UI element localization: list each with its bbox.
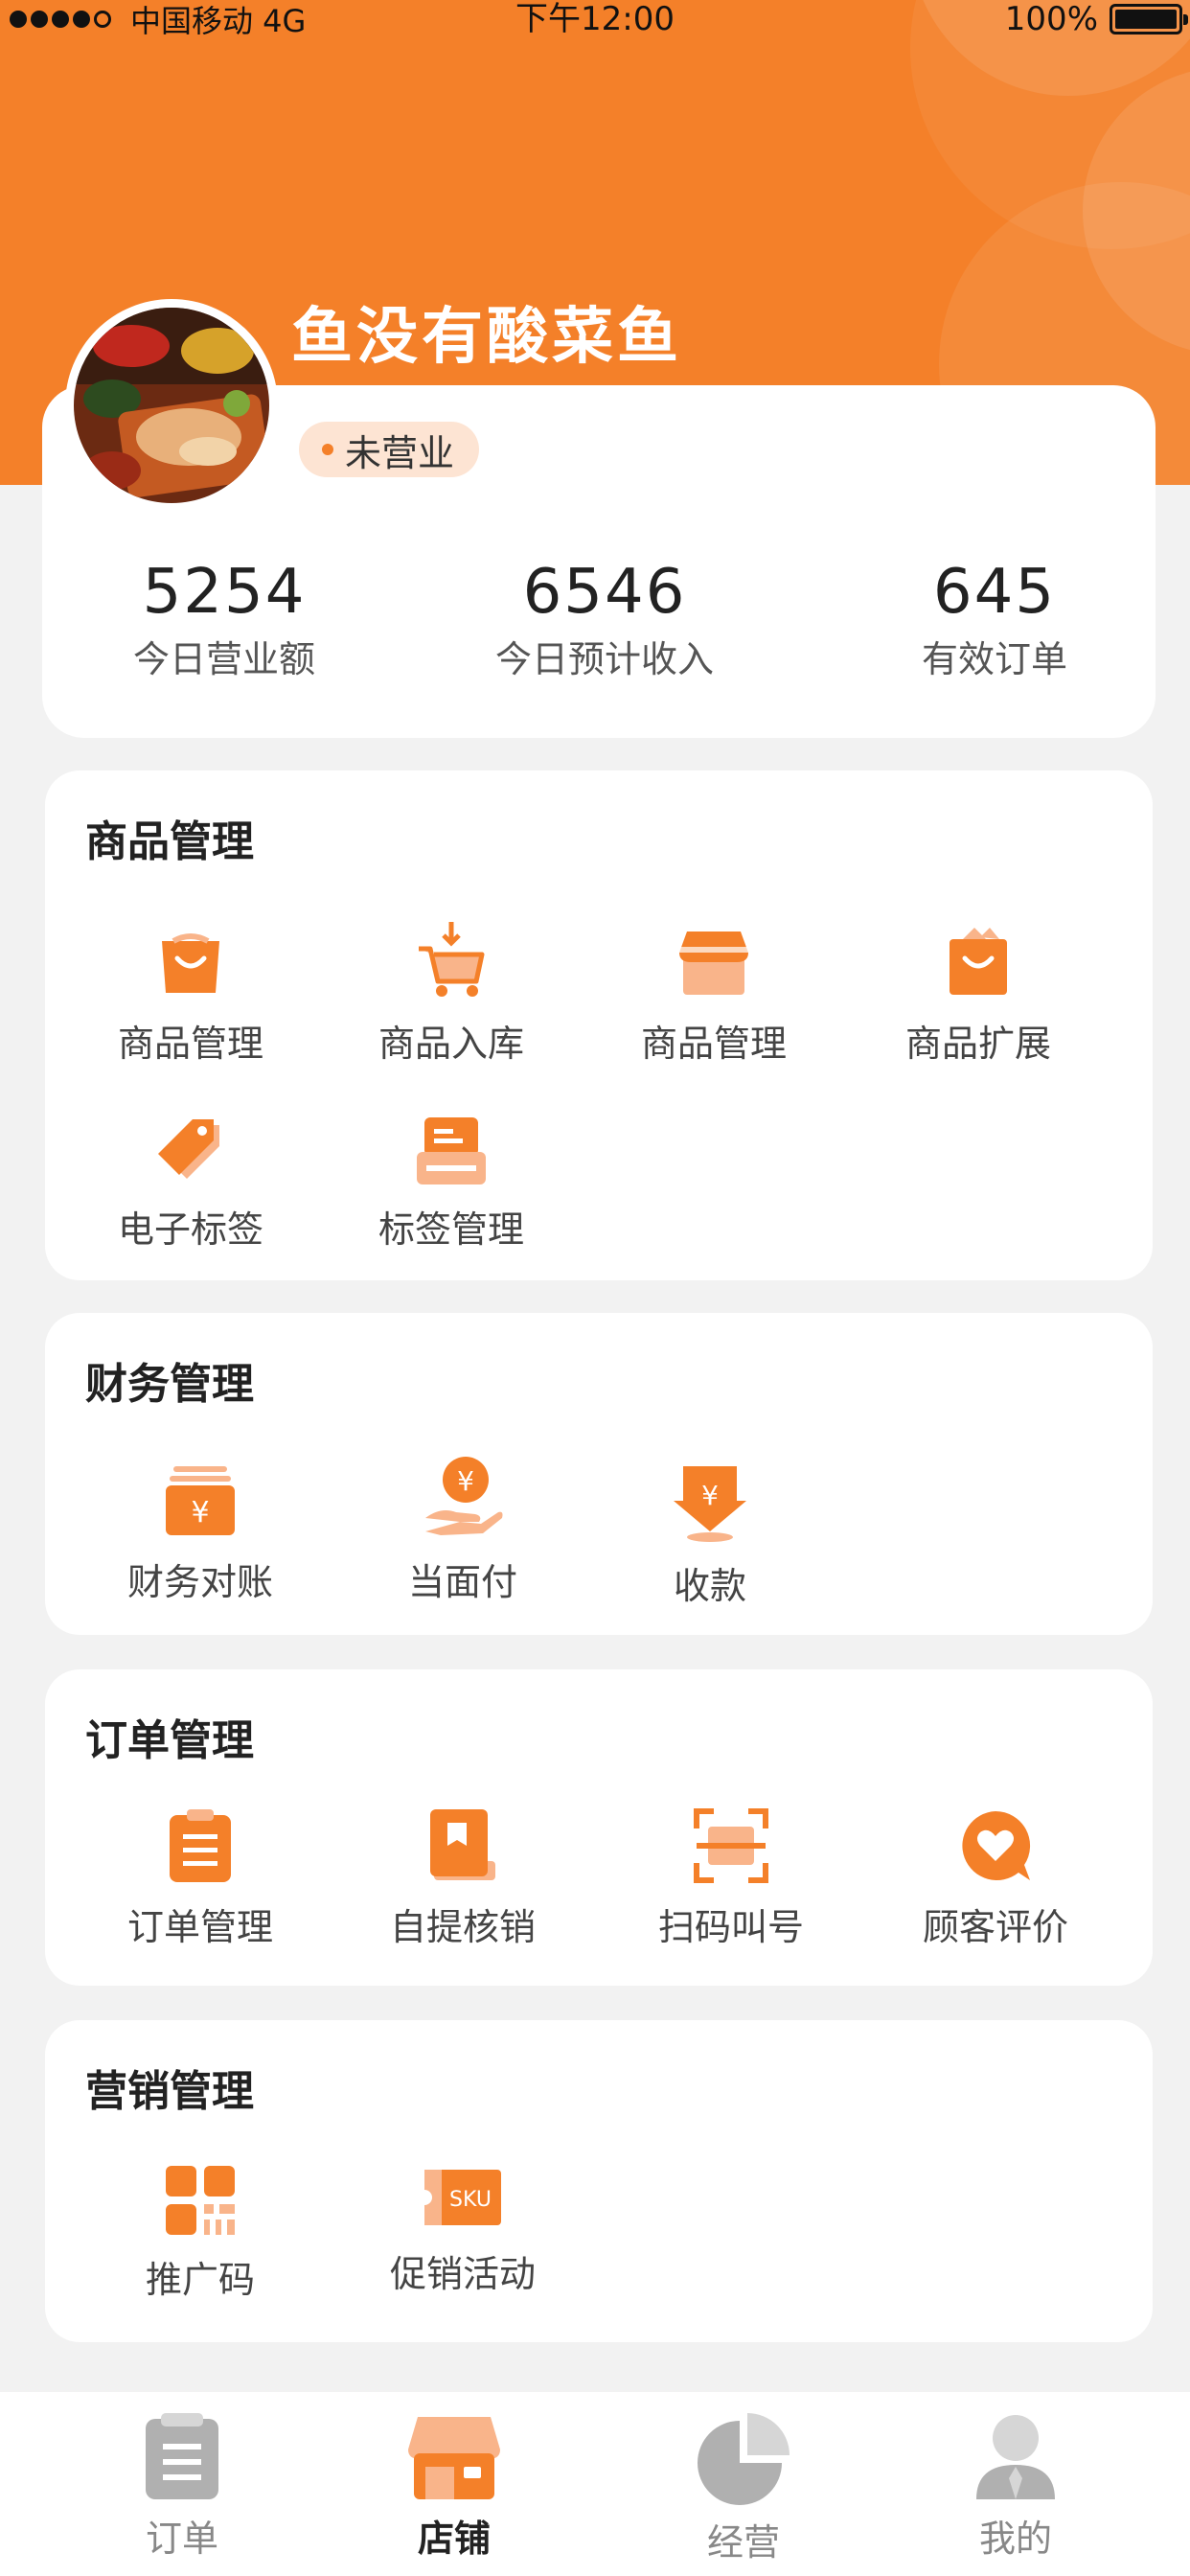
stat-label: 今日营业额 bbox=[132, 638, 315, 680]
stat-valid-orders[interactable]: 645 有效订单 bbox=[822, 554, 1167, 686]
cart-inbound-icon bbox=[419, 922, 485, 997]
section-title: 商品管理 bbox=[85, 817, 254, 866]
menu-goods-inbound[interactable]: 商品入库 bbox=[346, 920, 557, 1067]
receive-money-icon: ¥ bbox=[674, 1466, 746, 1542]
menu-label: 电子标签 bbox=[117, 1208, 263, 1251]
tab-label: 店铺 bbox=[417, 2518, 491, 2560]
store-status-label: 未营业 bbox=[345, 431, 455, 474]
menu-label: 商品管理 bbox=[117, 1023, 263, 1065]
svg-text:¥: ¥ bbox=[701, 1480, 719, 1511]
storefront-icon bbox=[679, 932, 748, 995]
svg-text:¥: ¥ bbox=[457, 1465, 474, 1497]
food-photo-icon bbox=[74, 308, 269, 503]
stat-revenue[interactable]: 5254 今日营业额 bbox=[52, 554, 397, 686]
menu-label: 订单管理 bbox=[126, 1906, 273, 1948]
scan-icon bbox=[694, 1808, 768, 1883]
tab-label: 经营 bbox=[706, 2521, 780, 2564]
pie-chart-icon bbox=[698, 2413, 790, 2505]
store-status-badge[interactable]: 未营业 bbox=[299, 422, 480, 477]
menu-label: 标签管理 bbox=[378, 1208, 524, 1251]
section-title: 财务管理 bbox=[85, 1360, 254, 1409]
store-avatar[interactable] bbox=[65, 299, 278, 512]
gift-bag-icon bbox=[950, 928, 1007, 995]
menu-label: 推广码 bbox=[145, 2259, 255, 2301]
battery-percent: 100% bbox=[1004, 0, 1098, 38]
section-title: 营销管理 bbox=[85, 2067, 254, 2116]
qr-code-icon bbox=[166, 2166, 235, 2235]
shopping-bag-icon bbox=[162, 933, 219, 993]
menu-label: 商品扩展 bbox=[904, 1023, 1051, 1065]
svg-text:SKU: SKU bbox=[449, 2188, 492, 2212]
ledger-icon: ¥ bbox=[166, 1466, 235, 1535]
stat-expected-income[interactable]: 6546 今日预计收入 bbox=[432, 554, 777, 686]
status-dot-icon bbox=[322, 444, 333, 455]
stat-value: 645 bbox=[932, 557, 1057, 628]
hand-pay-icon: ¥ bbox=[425, 1457, 503, 1535]
sku-ticket-icon: SKU bbox=[423, 2170, 501, 2225]
menu-order-manage[interactable]: 订单管理 bbox=[95, 1807, 306, 1950]
menu-scan-call[interactable]: 扫码叫号 bbox=[626, 1807, 836, 1950]
menu-label-manage[interactable]: 标签管理 bbox=[346, 1116, 557, 1253]
user-icon bbox=[976, 2415, 1055, 2499]
menu-finance-reconcile[interactable]: ¥ 财务对账 bbox=[95, 1462, 306, 1605]
stat-label: 有效订单 bbox=[921, 638, 1067, 680]
bookmark-book-icon bbox=[430, 1809, 495, 1880]
tab-bar: 订单 店铺 经营 我的 bbox=[0, 2392, 1190, 2576]
stat-value: 6546 bbox=[522, 557, 687, 628]
order-list-icon bbox=[146, 2413, 218, 2499]
menu-face-pay[interactable]: ¥ 当面付 bbox=[357, 1455, 568, 1605]
menu-electronic-tag[interactable]: 电子标签 bbox=[85, 1116, 296, 1253]
tab-orders[interactable]: 订单 bbox=[86, 2411, 278, 2562]
battery-icon bbox=[1110, 4, 1188, 34]
svg-text:¥: ¥ bbox=[191, 1496, 209, 1530]
menu-label: 促销活动 bbox=[389, 2253, 536, 2295]
menu-label: 收款 bbox=[673, 1565, 746, 1607]
menu-goods-manage-2[interactable]: 商品管理 bbox=[608, 924, 819, 1067]
stat-value: 5254 bbox=[142, 557, 307, 628]
menu-receive-money[interactable]: ¥ 收款 bbox=[605, 1462, 815, 1609]
shop-icon bbox=[408, 2417, 500, 2499]
menu-label: 当面付 bbox=[407, 1561, 517, 1603]
menu-label: 自提核销 bbox=[389, 1906, 536, 1948]
section-finance: 财务管理 ¥ 财务对账 ¥ 当面付 ¥ 收款 bbox=[45, 1313, 1153, 1635]
menu-promotion[interactable]: SKU 促销活动 bbox=[357, 2164, 568, 2297]
tab-mine[interactable]: 我的 bbox=[920, 2411, 1111, 2562]
section-title: 订单管理 bbox=[85, 1716, 254, 1765]
menu-label: 商品管理 bbox=[640, 1023, 787, 1065]
tab-label: 我的 bbox=[978, 2518, 1052, 2560]
tab-shop[interactable]: 店铺 bbox=[358, 2411, 550, 2562]
menu-label: 扫码叫号 bbox=[657, 1906, 804, 1948]
section-marketing: 营销管理 推广码 SKU 促销活动 bbox=[45, 2020, 1153, 2342]
menu-pickup-verify[interactable]: 自提核销 bbox=[357, 1807, 568, 1950]
tab-label: 订单 bbox=[145, 2518, 218, 2560]
menu-label: 商品入库 bbox=[378, 1023, 524, 1065]
store-name: 鱼没有酸菜鱼 bbox=[291, 302, 682, 373]
heart-chat-icon bbox=[962, 1811, 1031, 1880]
menu-label: 财务对账 bbox=[126, 1561, 273, 1603]
menu-goods-manage[interactable]: 商品管理 bbox=[85, 924, 296, 1067]
tag-icon bbox=[158, 1119, 219, 1179]
menu-promo-code[interactable]: 推广码 bbox=[95, 2164, 306, 2303]
section-goods: 商品管理 商品管理 商品入库 商品管理 商品扩展 电子标签 标签管理 bbox=[45, 770, 1153, 1280]
label-printer-icon bbox=[417, 1117, 486, 1184]
menu-customer-review[interactable]: 顾客评价 bbox=[890, 1807, 1101, 1950]
tab-business[interactable]: 经营 bbox=[648, 2411, 839, 2565]
stat-label: 今日预计收入 bbox=[494, 638, 714, 680]
section-orders: 订单管理 订单管理 自提核销 扫码叫号 顾客评价 bbox=[45, 1669, 1153, 1986]
menu-goods-extend[interactable]: 商品扩展 bbox=[873, 924, 1084, 1067]
menu-label: 顾客评价 bbox=[922, 1906, 1068, 1948]
status-bar: 中国移动 4G 下午12:00 100% bbox=[0, 0, 1190, 39]
clipboard-icon bbox=[170, 1809, 231, 1882]
